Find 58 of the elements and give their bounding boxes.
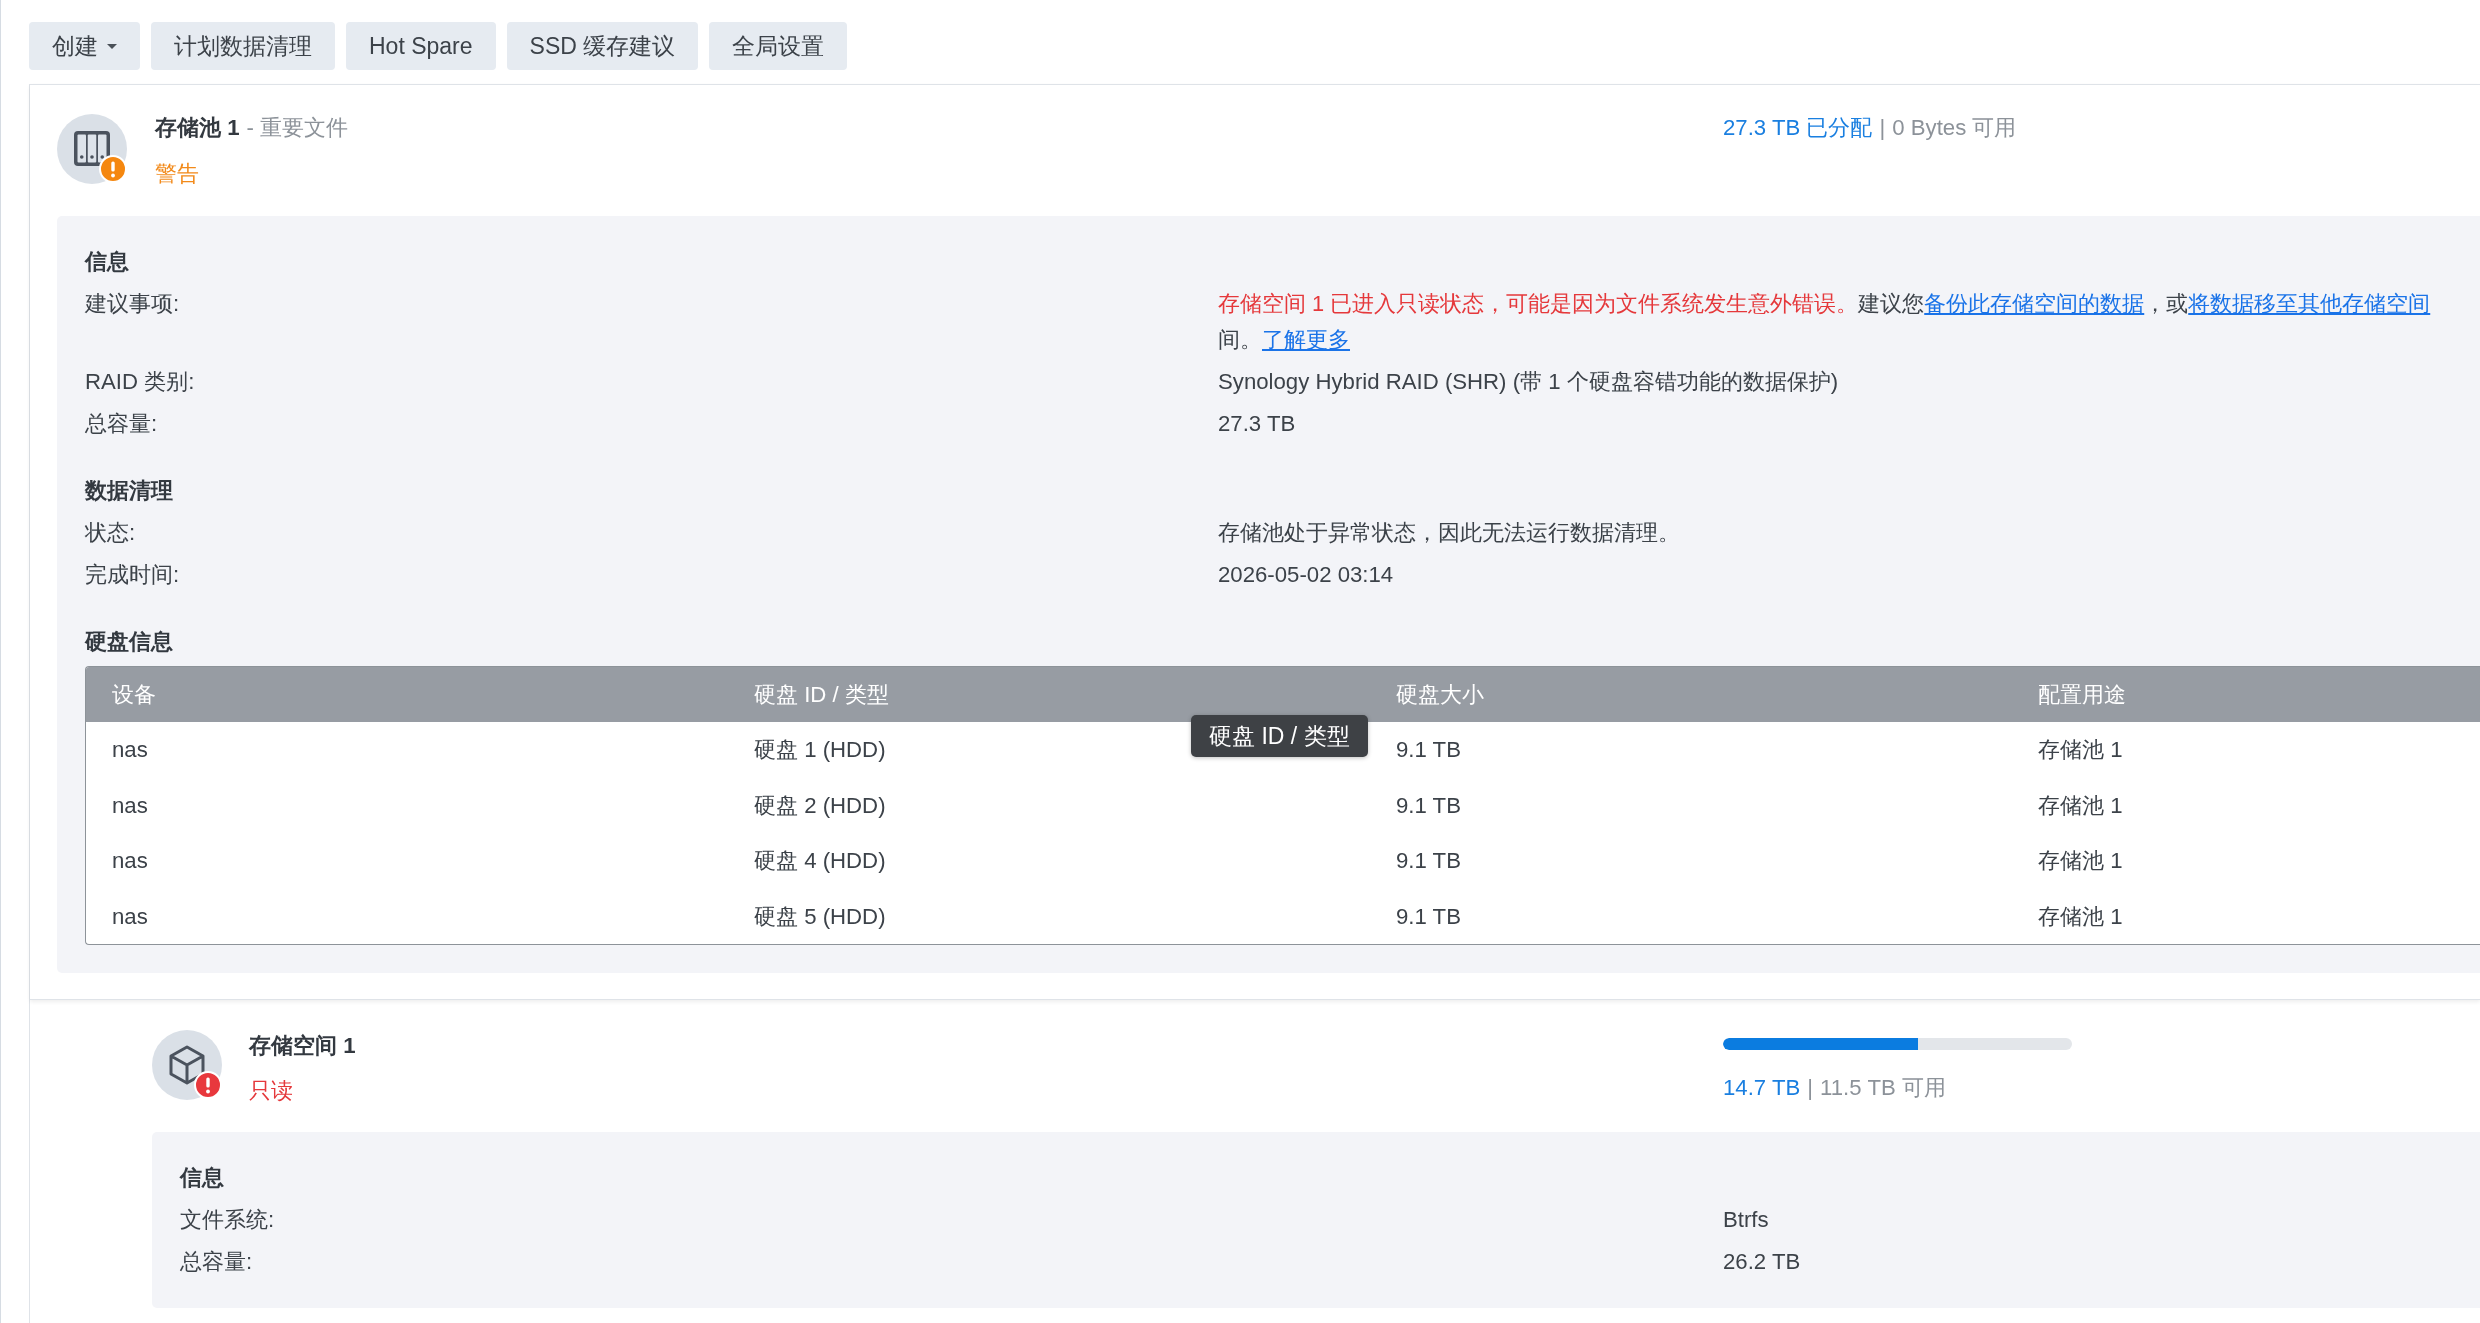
field-label: 完成时间: — [85, 561, 180, 589]
toolbar-button[interactable]: Hot Spare — [346, 22, 496, 70]
column-header[interactable]: 设备 — [86, 667, 728, 722]
field-label: 总容量: — [85, 410, 158, 438]
field-label: 状态: — [85, 519, 136, 547]
section-heading: 信息 — [180, 1164, 225, 1192]
table-cell: 9.1 TB — [1396, 848, 1461, 873]
section-heading: 数据清理 — [85, 477, 174, 505]
toolbar-button[interactable]: 创建 — [29, 22, 140, 70]
toolbar-button[interactable]: SSD 缓存建议 — [506, 22, 699, 70]
table-cell: nas — [112, 737, 148, 762]
volume-name: 存储空间 1 — [249, 1033, 356, 1058]
field-value: 26.2 TB — [1723, 1248, 1801, 1276]
table-cell: 硬盘 1 (HDD) — [754, 737, 886, 762]
pool-description: - 重要文件 — [246, 115, 349, 140]
field-value: Synology Hybrid RAID (SHR) (带 1 个硬盘容错功能的数据保护) — [1218, 368, 1839, 396]
recommendation-text: 存储空间 1 已进入只读状态，可能是因为文件系统发生意外错误。建议您备份此存储空间的数据，或将数据移至其他存储空间 间。了解更多 — [1218, 290, 2431, 354]
field-label: RAID 类别: — [85, 368, 195, 396]
separator: | — [1807, 1075, 1814, 1100]
table-cell: 存储池 1 — [2038, 848, 2123, 873]
section-heading: 硬盘信息 — [85, 628, 174, 656]
field-label: 总容量: — [180, 1248, 253, 1276]
table-cell: 存储池 1 — [2038, 792, 2123, 818]
column-header[interactable]: 配置用途 — [2012, 667, 2480, 722]
field-value: Btrfs — [1723, 1206, 1769, 1234]
table-cell: 9.1 TB — [1396, 903, 1461, 929]
pool-name: 存储池 1 — [155, 115, 240, 140]
table-cell: 9.1 TB — [1396, 792, 1461, 818]
table-cell: nas — [112, 792, 148, 818]
column-header[interactable]: 硬盘大小 — [1370, 667, 2012, 722]
table-cell: nas — [112, 903, 148, 929]
field-value: 存储池处于异常状态，因此无法运行数据清理。 — [1218, 519, 1680, 547]
link[interactable]: 将数据移至其他存储空间 — [2188, 291, 2431, 316]
field-value: 27.3 TB — [1218, 410, 1296, 438]
field-label: 文件系统: — [180, 1206, 275, 1234]
table-cell: 硬盘 2 (HDD) — [754, 792, 886, 818]
link[interactable]: 了解更多 — [1262, 327, 1350, 352]
allocated-capacity: 27.3 TB 已分配 — [1723, 115, 1873, 140]
link[interactable]: 备份此存储空间的数据 — [1924, 291, 2145, 316]
used-capacity: 14.7 TB — [1723, 1075, 1801, 1100]
toolbar-button[interactable]: 全局设置 — [709, 22, 848, 70]
table-cell: nas — [112, 848, 148, 873]
table-cell: 存储池 1 — [2038, 903, 2123, 929]
column-header[interactable]: 硬盘 ID / 类型 — [728, 667, 1370, 722]
status-label: 警告 — [155, 160, 200, 188]
field-value: 2026-05-02 03:14 — [1218, 561, 1394, 589]
tooltip: 硬盘 ID / 类型 — [1191, 715, 1368, 757]
field-label: 建议事项: — [85, 290, 180, 318]
separator: | — [1879, 115, 1886, 140]
table-cell: 9.1 TB — [1396, 737, 1461, 762]
status-label: 只读 — [249, 1077, 294, 1105]
table-cell: 硬盘 5 (HDD) — [754, 903, 886, 929]
section-heading: 信息 — [85, 248, 130, 276]
available-capacity: 11.5 TB 可用 — [1820, 1075, 1946, 1100]
table-cell: 硬盘 4 (HDD) — [754, 848, 886, 873]
available-capacity: 0 Bytes 可用 — [1892, 115, 2017, 140]
toolbar-button[interactable]: 计划数据清理 — [151, 22, 335, 70]
table-cell: 存储池 1 — [2038, 737, 2123, 762]
